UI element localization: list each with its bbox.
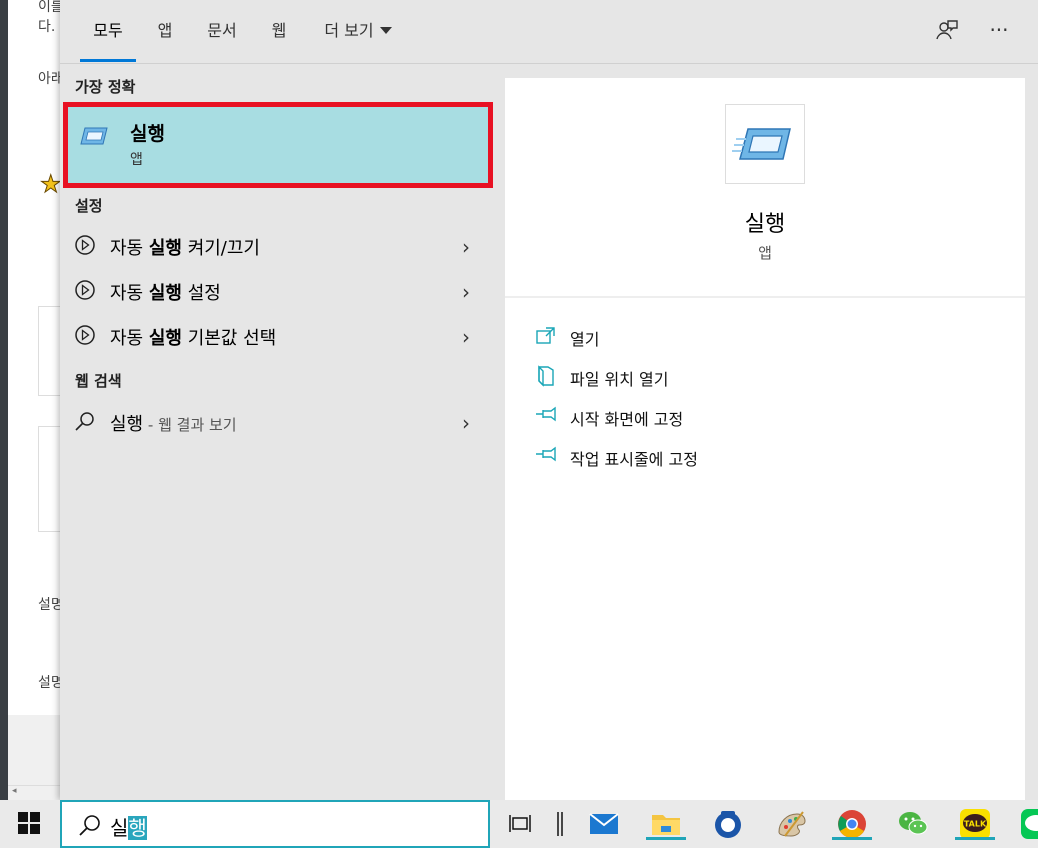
background-text: 다. [38,19,56,35]
horizontal-scrollbar[interactable]: ◂ [8,785,68,800]
kakaotalk-label: TALK [964,820,987,829]
task-view-icon[interactable] [505,808,537,840]
preview-app-icon [725,104,805,184]
search-icon [75,412,94,431]
open-icon [536,327,555,344]
run-app-icon [732,128,791,160]
label-match: 실행 [148,328,182,349]
mail-icon[interactable] [588,808,620,840]
taskbar-search-box[interactable]: 실행 [60,800,490,848]
tab-label: 웹 [271,21,287,40]
chevron-right-icon[interactable]: › [462,235,470,259]
best-match-title: 실행 [130,123,165,145]
separator-icon [557,812,563,836]
tab-label: 문서 [207,21,237,40]
wechat-icon[interactable] [897,808,929,840]
more-options-icon[interactable]: ··· [986,18,1012,44]
label-prefix: 자동 [110,238,149,259]
label-suffix: 켜기/끄기 [181,238,260,259]
web-search-result[interactable]: 실행 - 웹 결과 보기 › [60,400,490,444]
best-match-result[interactable]: 실행 앱 [63,102,493,188]
star-icon: ★ [40,170,62,199]
label-suffix: 설정 [181,283,221,304]
paint-icon[interactable] [775,808,807,840]
run-app-icon [80,127,108,145]
chevron-down-icon [379,27,392,34]
tab-label: 더 보기 [324,21,374,40]
background-window-edge [0,0,8,800]
chevron-right-icon[interactable]: › [462,280,470,304]
active-app-indicator [832,837,872,840]
search-composing-text: 행 [128,816,147,840]
taskbar: 실행 TALK [0,800,1038,848]
tab-label: 모두 [93,21,123,40]
background-footer [8,715,68,785]
action-label: 작업 표시줄에 고정 [570,450,698,469]
feedback-icon[interactable] [934,18,960,44]
search-typed-text: 실 [110,816,129,840]
best-match-header: 가장 정확 [75,78,136,96]
web-search-header: 웹 검색 [75,372,122,390]
result-label: 실행 - 웹 결과 보기 [110,410,237,436]
result-preview: 실행 앱 열기 파일 위치 열기 시작 화면에 고정 작업 표시줄에 고정 [505,78,1025,800]
settings-result-autoplay-settings[interactable]: 자동 실행 설정 › [60,269,490,313]
tab-web[interactable]: 웹 [264,0,294,62]
pin-start-icon [536,406,556,422]
search-icon [79,815,100,836]
web-result-hint: - 웹 결과 보기 [143,416,237,434]
file-explorer-icon[interactable] [646,808,686,840]
tab-documents[interactable]: 문서 [200,0,244,62]
preview-header: 실행 앱 [505,78,1025,298]
label-prefix: 자동 [110,328,149,349]
autoplay-icon [75,280,95,300]
windows-start-icon[interactable] [18,812,40,834]
label-suffix: 기본값 선택 [181,328,277,349]
tab-all[interactable]: 모두 [80,0,136,62]
settings-result-autoplay-defaults[interactable]: 자동 실행 기본값 선택 › [60,314,490,358]
action-label: 열기 [570,330,600,349]
search-tab-bar: 모두 앱 문서 웹 더 보기 ··· [60,0,1038,64]
chrome-icon[interactable] [832,808,872,840]
chevron-right-icon[interactable]: › [462,325,470,349]
preview-subtitle: 앱 [758,244,772,262]
preview-title: 실행 [744,212,786,237]
phone-app-icon[interactable] [712,808,744,840]
background-box [38,306,62,396]
search-query[interactable]: 실행 [110,812,147,841]
settings-result-autoplay-toggle[interactable]: 자동 실행 켜기/끄기 › [60,224,490,268]
search-panel: 모두 앱 문서 웹 더 보기 ··· 가장 정확 실행 앱 설정 자동 실행 켜… [60,0,1038,800]
results-list: 가장 정확 실행 앱 설정 자동 실행 켜기/끄기 › 자동 실행 설정 › 자… [60,64,493,800]
file-location-icon [538,365,554,387]
active-app-indicator [646,837,686,840]
chevron-right-icon[interactable]: › [462,411,470,435]
result-label: 자동 실행 켜기/끄기 [110,234,260,260]
web-query: 실행 [110,414,144,435]
pin-taskbar-icon [536,446,556,462]
tab-more[interactable]: 더 보기 [316,0,400,62]
active-app-indicator [955,837,995,840]
label-prefix: 자동 [110,283,149,304]
autoplay-icon [75,325,95,345]
tab-apps[interactable]: 앱 [150,0,180,62]
action-label: 파일 위치 열기 [570,370,669,389]
kakaotalk-icon[interactable]: TALK [955,808,995,840]
settings-header: 설정 [75,197,103,215]
autoplay-icon [75,235,95,255]
action-label: 시작 화면에 고정 [570,410,684,429]
result-label: 자동 실행 설정 [110,279,221,305]
label-match: 실행 [148,283,182,304]
line-icon[interactable] [1020,808,1038,840]
result-label: 자동 실행 기본값 선택 [110,324,276,350]
label-match: 실행 [148,238,182,259]
tab-label: 앱 [157,21,173,40]
background-box [38,426,62,532]
best-match-subtitle: 앱 [130,152,143,168]
